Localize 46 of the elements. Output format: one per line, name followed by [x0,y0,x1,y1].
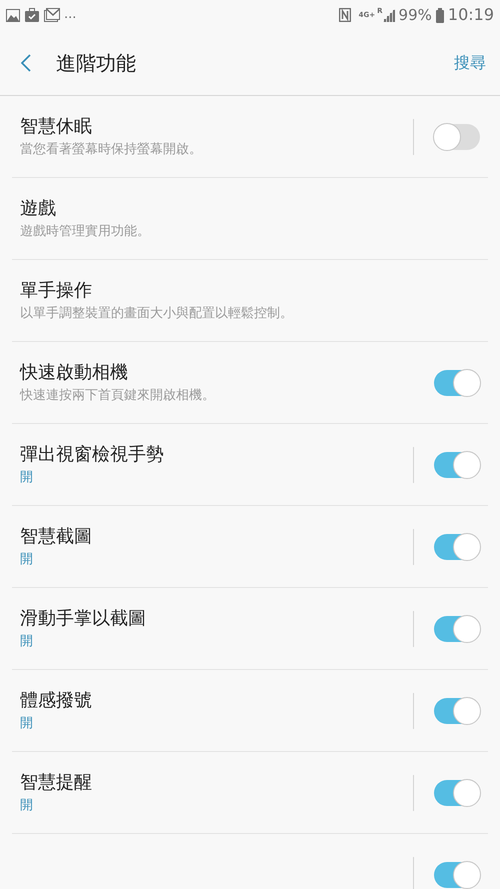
mail-icon [44,8,60,22]
setting-title: 遊戲 [20,196,57,220]
signal-icon [382,8,395,22]
setting-title: 智慧休眠 [20,114,93,138]
setting-description: 以單手調整裝置的畫面大小與配置以輕鬆控制。 [20,304,294,322]
settings-row[interactable]: 彈出視窗檢視手勢 開 [12,424,488,506]
settings-row[interactable]: 智慧提醒 開 [12,752,488,834]
setting-description: 當您看著螢幕時保持螢幕開啟。 [20,140,203,158]
setting-status: 開 [20,550,34,568]
toggle-switch[interactable] [434,370,480,396]
settings-row[interactable]: 智慧休眠 當您看著螢幕時保持螢幕開啟。 [12,96,488,178]
setting-description: 快速連按兩下首頁鍵來開啟相機。 [20,386,216,404]
setting-title: 滑動手掌以截圖 [20,606,147,630]
setting-status: 開 [20,632,34,650]
toggle-switch[interactable] [434,780,480,806]
setting-description: 遊戲時管理實用功能。 [20,222,151,240]
toggle-switch[interactable] [434,616,480,642]
toggle-switch[interactable] [434,698,480,724]
settings-row[interactable]: 智慧截圖 開 [12,506,488,588]
settings-row[interactable]: 體感撥號 開 [12,670,488,752]
clock: 10:19 [448,4,494,26]
setting-title: 快速啟動相機 [20,360,129,384]
setting-title: 彈出視窗檢視手勢 [20,442,165,466]
toggle-switch[interactable] [434,862,480,888]
setting-status: 開 [20,714,34,732]
setting-title: 單手操作 [20,278,93,302]
setting-title: 智慧截圖 [20,524,93,548]
toggle-switch[interactable] [434,452,480,478]
settings-row[interactable]: 遊戲 遊戲時管理實用功能。 [12,178,488,260]
battery-icon [436,8,444,22]
briefcase-icon [25,8,39,22]
back-icon [21,54,31,72]
settings-row[interactable]: 單手操作 以單手調整裝置的畫面大小與配置以輕鬆控制。 [12,260,488,342]
settings-row[interactable]: 滑動手掌以截圖 開 [12,588,488,670]
nfc-icon [338,8,351,22]
battery-percent: 99% [398,4,432,26]
toggle-switch[interactable] [434,124,480,150]
toggle-switch[interactable] [434,534,480,560]
overflow-indicator: ... [64,6,76,24]
settings-row[interactable]: 快速啟動相機 快速連按兩下首頁鍵來開啟相機。 [12,342,488,424]
page-title: 進階功能 [56,50,136,76]
setting-status: 開 [20,468,34,486]
setting-title: 體感撥號 [20,688,93,712]
setting-title: 智慧提醒 [20,770,93,794]
setting-status: 開 [20,796,34,814]
gallery-icon [6,8,20,22]
